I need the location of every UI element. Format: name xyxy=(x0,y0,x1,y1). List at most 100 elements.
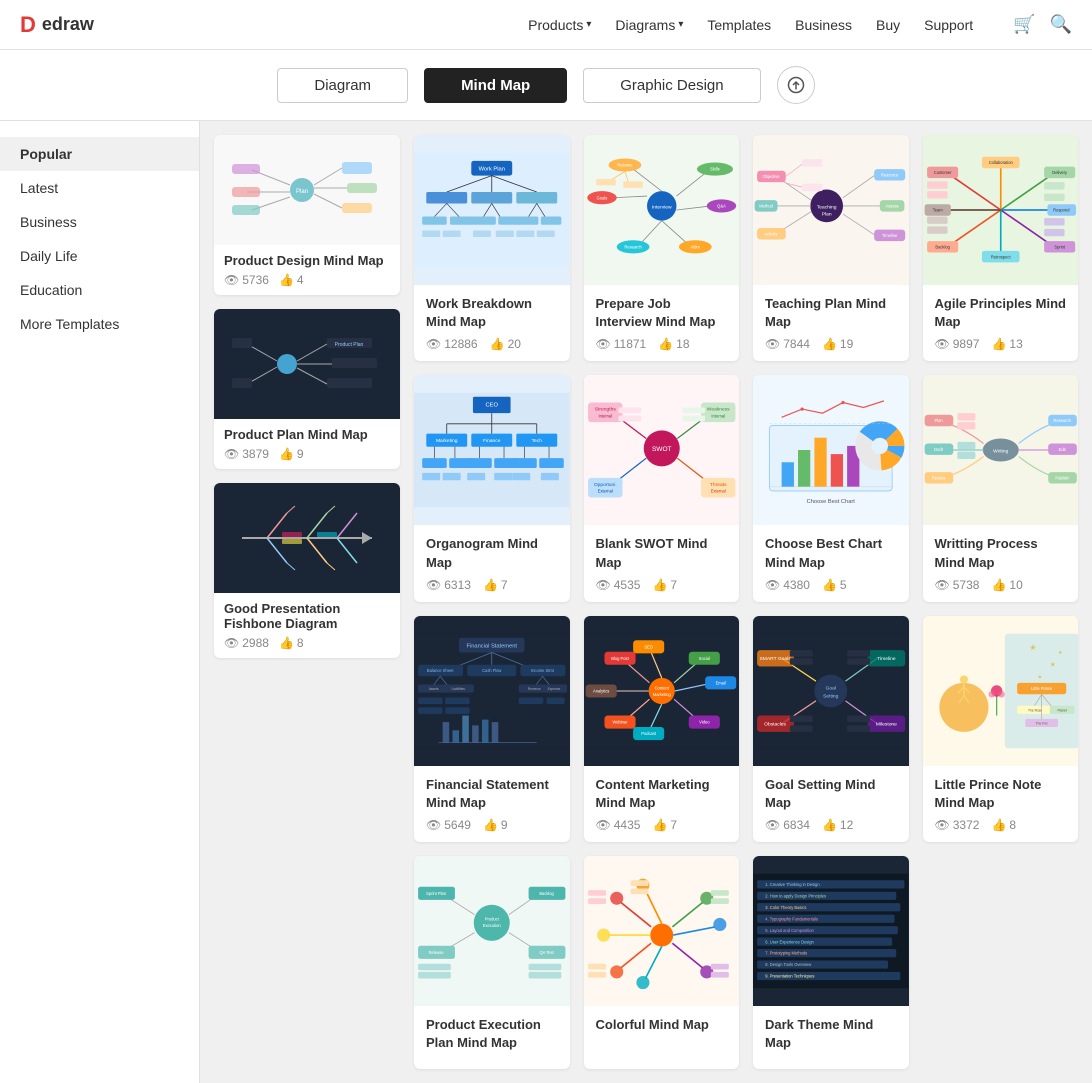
sidebar-item-latest[interactable]: Latest xyxy=(0,171,199,205)
svg-text:Skills: Skills xyxy=(710,167,720,172)
svg-text:SWOT: SWOT xyxy=(651,446,671,453)
view-count: 👁 5736 xyxy=(224,273,269,287)
card-body: Content Marketing Mind Map 👁 4435 👍 7 xyxy=(584,766,740,842)
like-count: 👍 10 xyxy=(991,578,1022,592)
sidebar-item-popular[interactable]: Popular xyxy=(0,137,199,171)
card-blank-swot[interactable]: SWOT Strengths Internal Weakness Interna… xyxy=(584,375,740,601)
svg-text:Work Plan: Work Plan xyxy=(479,167,505,173)
card-product-exec[interactable]: Product Execution Sprint Plan Backlog Re… xyxy=(414,856,570,1068)
svg-text:Review: Review xyxy=(931,476,944,481)
like-count: 👍 8 xyxy=(991,818,1016,832)
svg-text:Little Prince: Little Prince xyxy=(1031,686,1053,691)
card-work-breakdown[interactable]: Work Plan xyxy=(414,135,570,361)
sidebar-item-business[interactable]: Business xyxy=(0,205,199,239)
card-body: Blank SWOT Mind Map 👁 4535 👍 7 xyxy=(584,525,740,601)
sidebar-item-moretemplates[interactable]: More Templates xyxy=(0,307,199,341)
card-thumb: Work Plan xyxy=(414,135,570,285)
svg-text:Marketing: Marketing xyxy=(652,692,670,697)
nav-business[interactable]: Business xyxy=(795,17,852,33)
card-little-prince[interactable]: ★ ★ ★ ★ Little Prince The Rose Planet xyxy=(923,616,1079,842)
svg-text:3. Color Theory Basics: 3. Color Theory Basics xyxy=(765,905,806,910)
card-thumb xyxy=(214,483,400,593)
card-teaching-plan[interactable]: Teaching Plan Objective Method Activity xyxy=(753,135,909,361)
view-count: 👁 12886 xyxy=(426,337,478,351)
sidebar-item-dailylife[interactable]: Daily Life xyxy=(0,239,199,273)
logo-text: edraw xyxy=(42,14,94,35)
card-body: Product Execution Plan Mind Map xyxy=(414,1006,570,1068)
card-content-marketing[interactable]: Content Marketing Blog Post SEO Social E… xyxy=(584,616,740,842)
card-body: Writting Process Mind Map 👁 5738 👍 10 xyxy=(923,525,1079,601)
card-meta: 👁 4380 👍 5 xyxy=(765,578,897,592)
card-goal-setting[interactable]: Goal Setting SMART Goals Timeline Obstac… xyxy=(753,616,909,842)
svg-text:Planet: Planet xyxy=(1057,708,1066,712)
main-layout: Popular Latest Business Daily Life Educa… xyxy=(0,121,1092,1083)
svg-text:Q&A: Q&A xyxy=(717,204,726,209)
svg-text:Product: Product xyxy=(485,916,500,921)
svg-text:Revenue: Revenue xyxy=(528,687,541,691)
card-thumb: 1. Creative Thinking in Design 2. How to… xyxy=(753,856,909,1006)
card-dark-theme[interactable]: 1. Creative Thinking in Design 2. How to… xyxy=(753,856,909,1068)
svg-text:SMART Goals: SMART Goals xyxy=(760,656,792,662)
sidebar-item-education[interactable]: Education xyxy=(0,273,199,307)
card-product-design[interactable]: Plan Product Design Mind Map xyxy=(214,135,400,295)
nav-icon-group: 🛒 🔍 xyxy=(1013,14,1072,35)
tab-mindmap[interactable]: Mind Map xyxy=(424,68,567,103)
svg-text:Content: Content xyxy=(654,685,669,690)
card-title: Prepare Job Interview Mind Map xyxy=(596,295,728,331)
svg-text:Resource: Resource xyxy=(881,172,899,177)
card-agile[interactable]: Customer Collaboration Delivery Respond … xyxy=(923,135,1079,361)
svg-text:Analytics: Analytics xyxy=(593,688,609,693)
card-best-chart[interactable]: Choose Best Chart Choose Best Chart Mind… xyxy=(753,375,909,601)
chevron-down-icon: ▾ xyxy=(586,19,591,30)
card-body: Dark Theme Mind Map xyxy=(753,1006,909,1068)
upload-button[interactable] xyxy=(777,66,815,104)
nav-support[interactable]: Support xyxy=(924,17,973,33)
search-icon[interactable]: 🔍 xyxy=(1050,14,1072,35)
card-colorful[interactable]: Colorful Mind Map xyxy=(584,856,740,1068)
card-writing-process[interactable]: Writing Plan Draft Review Research xyxy=(923,375,1079,601)
card-title: Content Marketing Mind Map xyxy=(596,776,728,812)
tab-diagram[interactable]: Diagram xyxy=(277,68,408,103)
svg-text:Social: Social xyxy=(698,656,709,661)
svg-text:Respond: Respond xyxy=(1053,208,1069,213)
card-thumb: ★ ★ ★ ★ Little Prince The Rose Planet xyxy=(923,616,1079,766)
tab-graphicdesign[interactable]: Graphic Design xyxy=(583,68,760,103)
logo[interactable]: D edraw xyxy=(20,12,94,38)
like-count: 👍 18 xyxy=(658,337,689,351)
card-thumb: Product Execution Sprint Plan Backlog Re… xyxy=(414,856,570,1006)
card-financial[interactable]: Financial Statement Balance Sheet Income… xyxy=(414,616,570,842)
svg-text:8. Design Tools Overview: 8. Design Tools Overview xyxy=(765,962,811,967)
card-product-plan[interactable]: Product Plan Product Plan Mind Map 👁 387… xyxy=(214,309,400,469)
svg-text:Retrospect: Retrospect xyxy=(990,254,1011,259)
svg-text:Backlog: Backlog xyxy=(935,244,950,249)
svg-text:External: External xyxy=(597,489,612,494)
view-count: 👁 5649 xyxy=(426,818,471,832)
nav-templates[interactable]: Templates xyxy=(707,17,771,33)
nav-products[interactable]: Products ▾ xyxy=(528,17,591,33)
card-body: Financial Statement Mind Map 👁 5649 👍 9 xyxy=(414,766,570,842)
svg-text:Assets: Assets xyxy=(429,687,439,691)
svg-text:1. Creative Thinking in Design: 1. Creative Thinking in Design xyxy=(765,882,819,887)
card-fishbone[interactable]: Good Presentation Fishbone Diagram 👁 298… xyxy=(214,483,400,658)
card-meta: 👁 3372 👍 8 xyxy=(935,818,1067,832)
card-body: Prepare Job Interview Mind Map 👁 11871 👍… xyxy=(584,285,740,361)
svg-text:Choose Best Chart: Choose Best Chart xyxy=(807,500,856,506)
card-prepare-job[interactable]: Interview Resume Skills Goals Q&A xyxy=(584,135,740,361)
card-organogram[interactable]: CEO Marketing Finance Tech xyxy=(414,375,570,601)
svg-text:Research: Research xyxy=(624,244,641,249)
card-thumb: CEO Marketing Finance Tech xyxy=(414,375,570,525)
navbar: D edraw Products ▾ Diagrams ▾ Templates … xyxy=(0,0,1092,50)
view-count: 👁 3879 xyxy=(224,447,269,461)
nav-buy[interactable]: Buy xyxy=(876,17,900,33)
svg-text:Sprint: Sprint xyxy=(1054,244,1066,249)
card-thumb: Product Plan xyxy=(214,309,400,419)
sidebar-cards-area: Plan Product Design Mind Map xyxy=(200,121,400,1083)
view-count: 👁 7844 xyxy=(765,337,810,351)
nav-diagrams[interactable]: Diagrams ▾ xyxy=(615,17,683,33)
svg-text:Timeline: Timeline xyxy=(882,233,898,238)
card-meta: 👁 12886 👍 20 xyxy=(426,337,558,351)
card-title: Writting Process Mind Map xyxy=(935,535,1067,571)
card-thumb: Writing Plan Draft Review Research xyxy=(923,375,1079,525)
like-count: 👍 7 xyxy=(652,818,677,832)
cart-icon[interactable]: 🛒 xyxy=(1013,14,1035,35)
